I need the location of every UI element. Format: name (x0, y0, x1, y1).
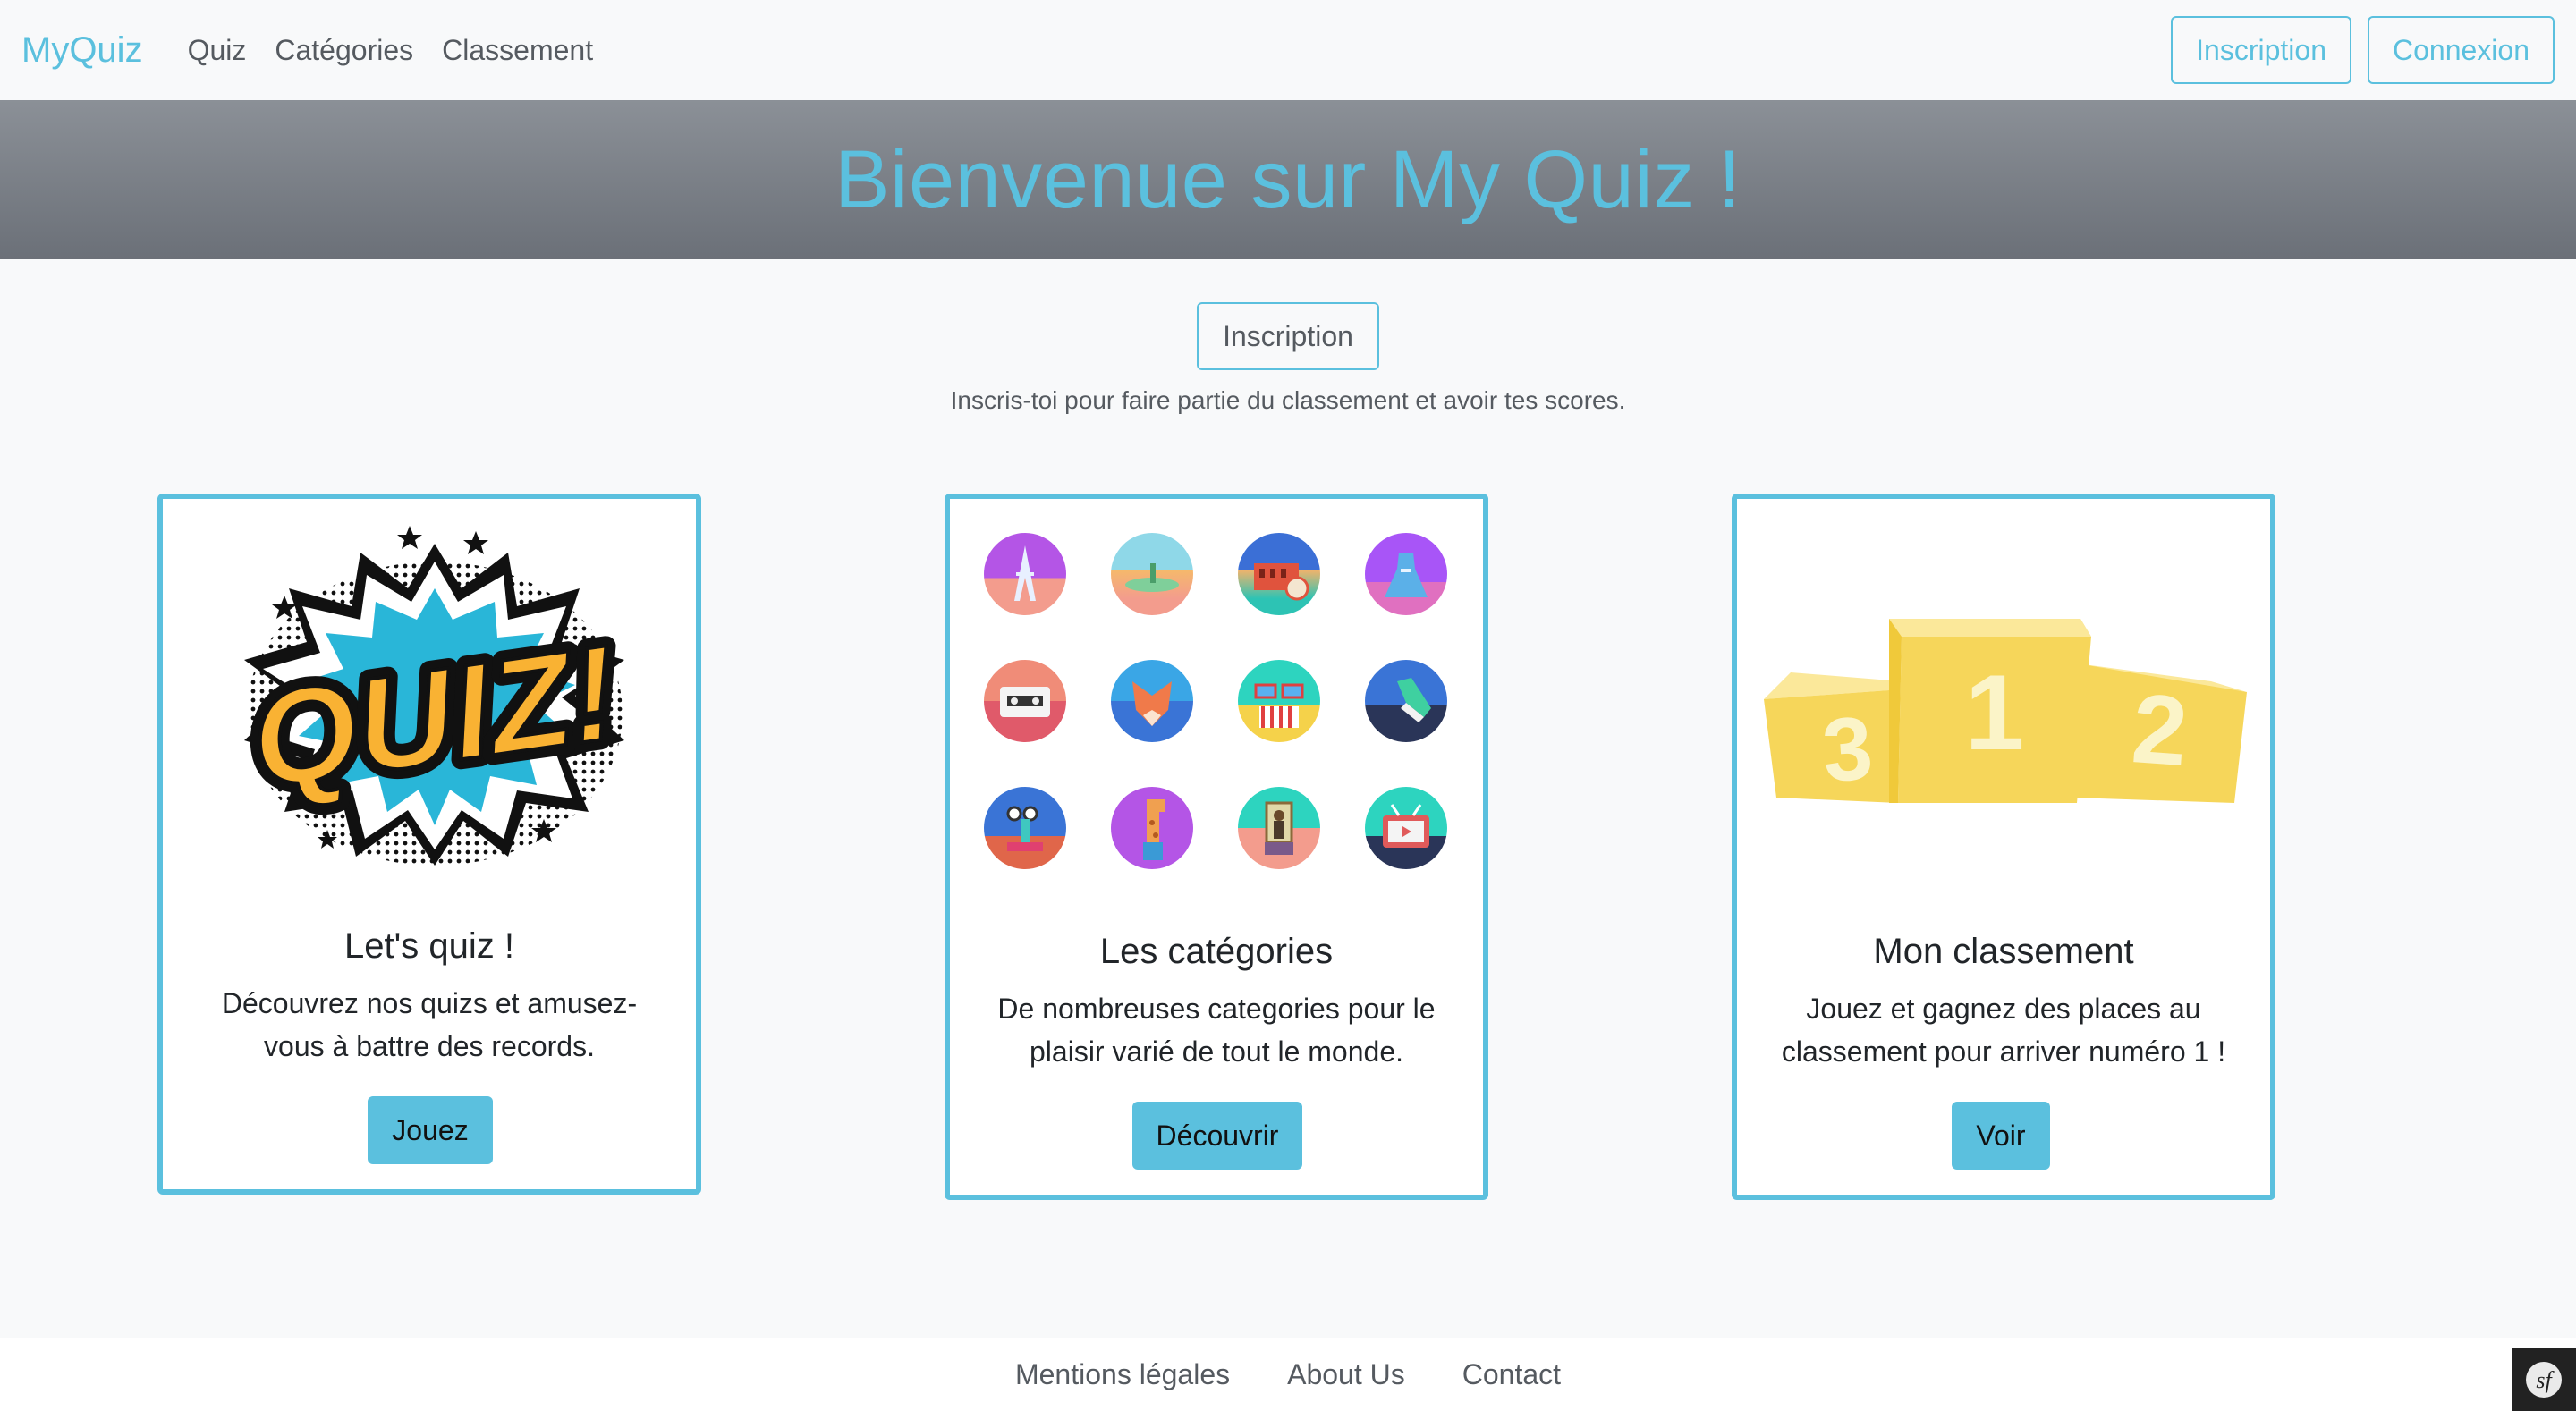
page-title: Bienvenue sur My Quiz ! (835, 133, 1741, 225)
cta-signup-button[interactable]: Inscription (1197, 302, 1379, 370)
card-categories-text-line2: plaisir varié de tout le monde. (1030, 1035, 1403, 1068)
footer-link-about[interactable]: About Us (1287, 1358, 1405, 1391)
colosseum-icon (1238, 533, 1320, 615)
eiffel-tower-icon (984, 533, 1066, 615)
symfony-debug-icon[interactable]: sf (2512, 1348, 2576, 1411)
microscope-icon (984, 787, 1066, 869)
fox-icon (1111, 660, 1193, 742)
card-categories-text-line1: De nombreuses categories pour le (997, 993, 1436, 1025)
login-button[interactable]: Connexion (2368, 16, 2555, 84)
quiz-illustration: QUIZ! QUIZ! (222, 526, 648, 880)
category-icons-grid (984, 533, 1447, 869)
card-quiz-text-line1: Découvrez nos quizs et amusez- (221, 987, 638, 1019)
signup-button[interactable]: Inscription (2171, 16, 2351, 84)
navbar: MyQuiz Quiz Catégories Classement Inscri… (0, 0, 2576, 100)
footer: Mentions légales About Us Contact (0, 1338, 2576, 1411)
cta-text: Inscris-toi pour faire partie du classem… (950, 386, 1626, 414)
card-ranking-text-line1: Jouez et gagnez des places au (1806, 993, 2201, 1025)
play-button[interactable]: Jouez (368, 1096, 493, 1164)
sneaker-icon (1365, 660, 1447, 742)
dress-icon (1365, 533, 1447, 615)
podium-second: 2 (2129, 673, 2191, 787)
brand-logo[interactable]: MyQuiz (21, 30, 143, 71)
desert-icon (1111, 533, 1193, 615)
giraffe-icon (1111, 787, 1193, 869)
nav-auth-buttons: Inscription Connexion (2171, 16, 2555, 84)
hero-banner: Bienvenue sur My Quiz ! (0, 100, 2576, 259)
nav-link-categories[interactable]: Catégories (275, 34, 413, 67)
footer-link-contact[interactable]: Contact (1462, 1358, 1561, 1391)
discover-button[interactable]: Découvrir (1132, 1102, 1302, 1170)
card-quiz: QUIZ! QUIZ! Let's quiz ! Découvrez nos q… (157, 494, 701, 1195)
nav-link-ranking[interactable]: Classement (442, 34, 593, 67)
view-ranking-button[interactable]: Voir (1952, 1102, 2050, 1170)
cassette-icon (984, 660, 1066, 742)
cinema-3d-icon (1238, 660, 1320, 742)
podium-third: 3 (1819, 697, 1876, 801)
card-ranking: 1 2 3 Mon classement Jouez et gagnez des… (1732, 494, 2275, 1200)
card-ranking-title: Mon classement (1873, 932, 2134, 971)
card-quiz-text-line2: vous à battre des records. (264, 1030, 595, 1062)
card-ranking-text-line2: classement pour arriver numéro 1 ! (1781, 1035, 2226, 1068)
mona-lisa-icon (1238, 787, 1320, 869)
nav-link-quiz[interactable]: Quiz (188, 34, 247, 67)
card-categories: Les catégories De nombreuses categories … (945, 494, 1488, 1200)
footer-link-legal[interactable]: Mentions légales (1015, 1358, 1230, 1391)
tv-icon (1365, 787, 1447, 869)
card-quiz-title: Let's quiz ! (344, 926, 514, 966)
card-categories-title: Les catégories (1099, 932, 1334, 971)
podium-first: 1 (1965, 653, 2025, 773)
podium-illustration: 1 2 3 (1764, 592, 2247, 810)
